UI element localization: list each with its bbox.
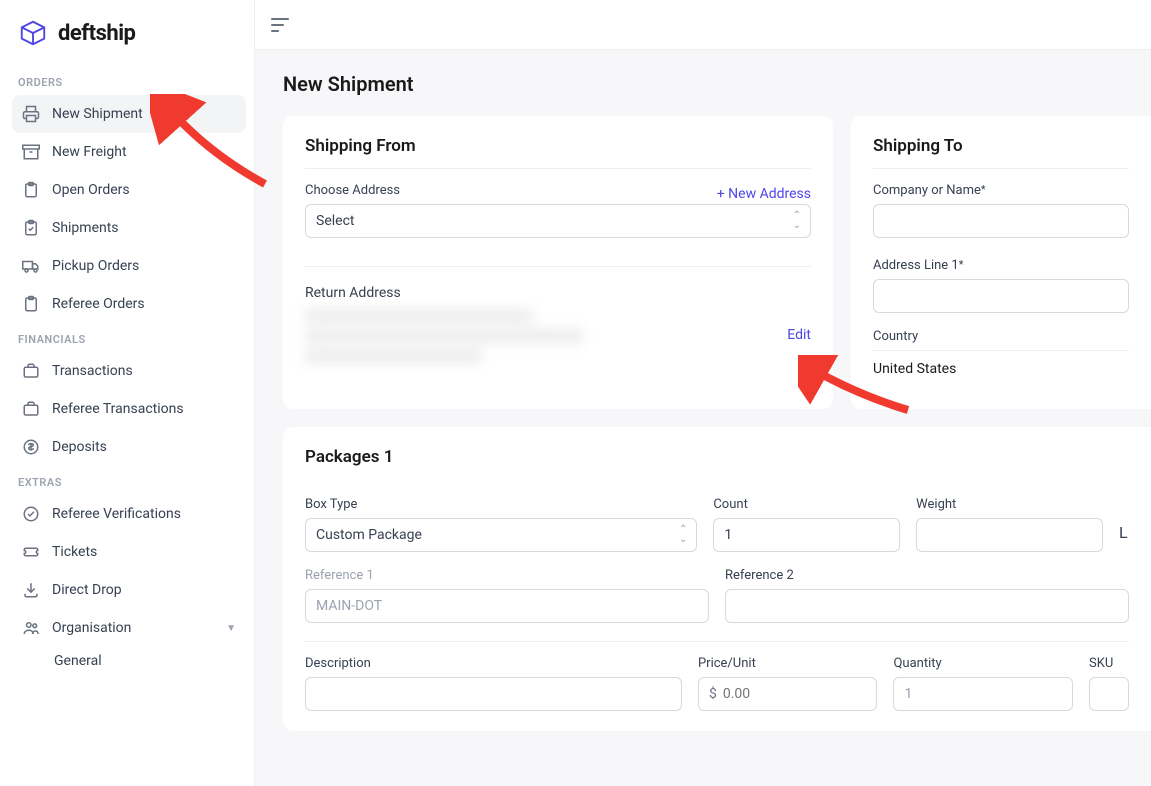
label-weight: Weight (916, 497, 1103, 512)
divider (873, 168, 1129, 169)
sidebar-item-deposits[interactable]: Deposits (12, 428, 246, 466)
label-return-address: Return Address (305, 285, 811, 301)
weight-input[interactable] (916, 518, 1103, 552)
page-title: New Shipment (283, 72, 1151, 96)
sidebar-item-label: Open Orders (52, 182, 130, 198)
ticket-icon (22, 543, 40, 561)
label-quantity: Quantity (893, 656, 1073, 671)
logo-area: deftship (12, 8, 246, 66)
sidebar-item-tickets[interactable]: Tickets (12, 533, 246, 571)
count-input[interactable] (713, 518, 900, 552)
main: New Shipment Shipping From Choose Addres… (255, 0, 1151, 786)
section-header-orders: ORDERS (12, 66, 246, 95)
logo-icon (18, 18, 48, 48)
sidebar-item-referee-orders[interactable]: Referee Orders (12, 285, 246, 323)
clipboard-check-icon (22, 219, 40, 237)
box-type-select[interactable]: Custom Package (305, 518, 697, 552)
return-address-redacted (305, 309, 811, 363)
label-price-unit: Price/Unit (698, 656, 878, 671)
divider (305, 641, 1129, 642)
users-icon (22, 619, 40, 637)
sidebar-item-new-shipment[interactable]: New Shipment (12, 95, 246, 133)
reference-1-input[interactable] (305, 589, 709, 623)
sidebar-item-organisation[interactable]: Organisation ▼ (12, 609, 246, 647)
card-title-from: Shipping From (305, 136, 811, 156)
card-title-to: Shipping To (873, 136, 1129, 156)
label-length: L (1119, 497, 1129, 552)
label-country: Country (873, 329, 1129, 344)
company-name-input[interactable] (873, 204, 1129, 238)
reference-2-input[interactable] (725, 589, 1129, 623)
label-reference-1: Reference 1 (305, 568, 709, 583)
label-choose-address: Choose Address (305, 183, 400, 198)
sidebar-item-label: Referee Transactions (52, 401, 184, 417)
choose-address-select[interactable]: Select (305, 204, 811, 238)
card-shipping-from: Shipping From Choose Address + New Addre… (283, 116, 833, 409)
sidebar-item-label: Shipments (52, 220, 119, 236)
card-title-packages: Packages 1 (305, 447, 1129, 467)
download-icon (22, 581, 40, 599)
sidebar: deftship ORDERS New Shipment New Freight… (0, 0, 255, 786)
currency-prefix: $ (709, 686, 723, 702)
description-input[interactable] (305, 677, 682, 711)
sidebar-item-pickup-orders[interactable]: Pickup Orders (12, 247, 246, 285)
archive-icon (22, 143, 40, 161)
sidebar-item-transactions[interactable]: Transactions (12, 352, 246, 390)
sidebar-item-label: New Freight (52, 144, 127, 160)
quantity-input[interactable] (893, 677, 1073, 711)
sidebar-item-label: Organisation (52, 620, 131, 636)
briefcase-icon (22, 400, 40, 418)
label-sku: SKU (1089, 656, 1129, 671)
label-box-type: Box Type (305, 497, 697, 512)
check-circle-icon (22, 505, 40, 523)
divider (305, 168, 811, 169)
sidebar-item-label: Transactions (52, 363, 133, 379)
label-count: Count (713, 497, 900, 512)
section-header-financials: FINANCIALS (12, 323, 246, 352)
menu-toggle-icon[interactable] (271, 18, 289, 32)
divider (305, 266, 811, 267)
sidebar-item-label: Pickup Orders (52, 258, 139, 274)
sidebar-item-open-orders[interactable]: Open Orders (12, 171, 246, 209)
label-company-name: Company or Name* (873, 183, 1129, 198)
new-address-link[interactable]: + New Address (717, 186, 811, 202)
sidebar-item-label: Referee Orders (52, 296, 145, 312)
label-description: Description (305, 656, 682, 671)
chevron-down-icon: ▼ (226, 623, 236, 634)
sidebar-item-label: Direct Drop (52, 582, 122, 598)
sidebar-item-referee-transactions[interactable]: Referee Transactions (12, 390, 246, 428)
truck-icon (22, 257, 40, 275)
sku-input[interactable] (1089, 677, 1129, 711)
sidebar-item-label: Referee Verifications (52, 506, 181, 522)
sidebar-item-shipments[interactable]: Shipments (12, 209, 246, 247)
sidebar-item-label: New Shipment (52, 106, 143, 122)
clipboard-icon (22, 295, 40, 313)
price-input-wrap[interactable]: $ (698, 677, 878, 711)
section-header-extras: EXTRAS (12, 466, 246, 495)
price-input[interactable] (723, 678, 867, 710)
content: New Shipment Shipping From Choose Addres… (255, 50, 1151, 786)
card-shipping-to: Shipping To Company or Name* Address Lin… (851, 116, 1151, 409)
label-reference-2: Reference 2 (725, 568, 1129, 583)
divider (873, 350, 1129, 351)
briefcase-icon (22, 362, 40, 380)
address-line-1-input[interactable] (873, 279, 1129, 313)
country-value[interactable]: United States (873, 361, 1129, 377)
clipboard-icon (22, 181, 40, 199)
label-address-line-1: Address Line 1* (873, 258, 1129, 273)
dollar-circle-icon (22, 438, 40, 456)
brand-name: deftship (58, 21, 135, 46)
edit-return-address-link[interactable]: Edit (787, 327, 811, 343)
printer-icon (22, 105, 40, 123)
sidebar-item-label: Deposits (52, 439, 107, 455)
sidebar-item-label: Tickets (52, 544, 97, 560)
sidebar-item-referee-verifications[interactable]: Referee Verifications (12, 495, 246, 533)
sidebar-item-new-freight[interactable]: New Freight (12, 133, 246, 171)
sidebar-sub-general[interactable]: General (12, 653, 246, 669)
sidebar-item-direct-drop[interactable]: Direct Drop (12, 571, 246, 609)
card-packages: Packages 1 Box Type Custom Package ⌃⌄ (283, 427, 1151, 731)
topbar (255, 0, 1151, 50)
